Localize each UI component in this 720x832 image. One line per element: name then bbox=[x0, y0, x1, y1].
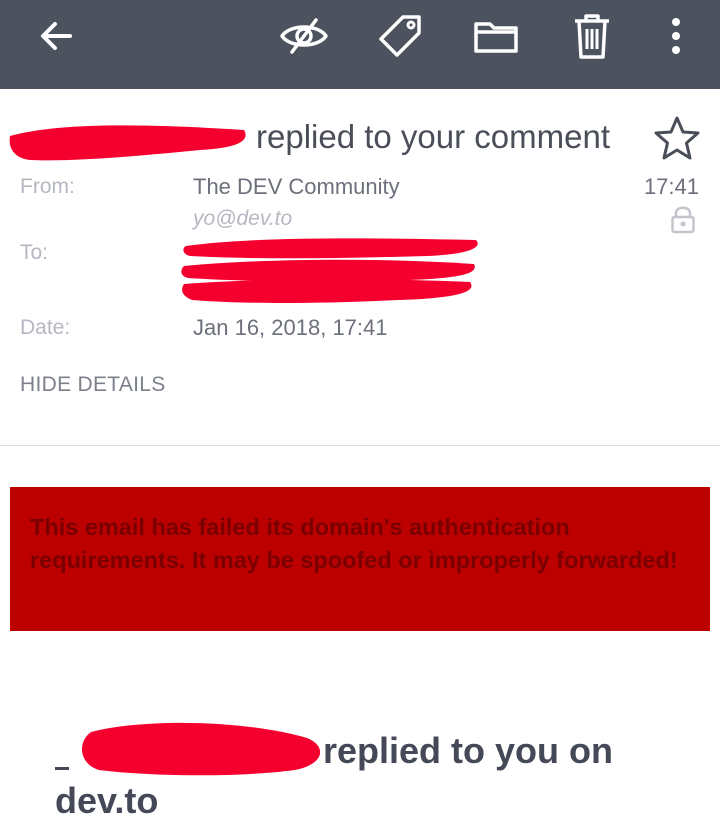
delete-button[interactable] bbox=[560, 8, 624, 64]
more-options-button[interactable] bbox=[644, 8, 708, 64]
mark-unread-button[interactable] bbox=[272, 8, 336, 64]
redaction-mark bbox=[9, 125, 246, 161]
message-time: 17:41 bbox=[643, 174, 699, 199]
from-email[interactable]: yo@dev.to bbox=[193, 207, 292, 231]
spoof-warning-banner: This email has failed its domain's authe… bbox=[10, 487, 710, 631]
date-label: Date: bbox=[20, 316, 71, 339]
more-vertical-icon bbox=[672, 18, 680, 54]
hide-details-button[interactable]: HIDE DETAILS bbox=[20, 373, 166, 397]
tag-icon bbox=[379, 15, 421, 57]
divider bbox=[0, 445, 720, 446]
headline-text: replied to you on bbox=[323, 730, 614, 771]
redaction-mark bbox=[181, 238, 478, 303]
label-button[interactable] bbox=[368, 8, 432, 64]
headline-site: dev.to bbox=[55, 780, 159, 821]
subject-text: replied to your comment bbox=[256, 118, 610, 155]
arrow-left-icon bbox=[41, 22, 72, 50]
back-button[interactable] bbox=[24, 8, 88, 64]
trash-icon bbox=[575, 14, 609, 59]
star-button[interactable] bbox=[652, 114, 702, 162]
username-link[interactable] bbox=[55, 734, 69, 770]
eye-off-icon bbox=[280, 18, 328, 54]
to-label: To: bbox=[20, 241, 49, 264]
date-value: Jan 16, 2018, 17:41 bbox=[193, 315, 388, 340]
from-name[interactable]: The DEV Community bbox=[193, 174, 400, 200]
top-toolbar bbox=[0, 0, 720, 89]
from-label: From: bbox=[20, 175, 75, 198]
star-outline-icon bbox=[654, 116, 700, 160]
folder-icon bbox=[474, 22, 518, 53]
move-to-folder-button[interactable] bbox=[464, 8, 528, 64]
subject-line: replied to your comment bbox=[0, 110, 720, 166]
warning-text: This email has failed its domain's authe… bbox=[30, 514, 678, 573]
lock-icon bbox=[671, 206, 695, 234]
